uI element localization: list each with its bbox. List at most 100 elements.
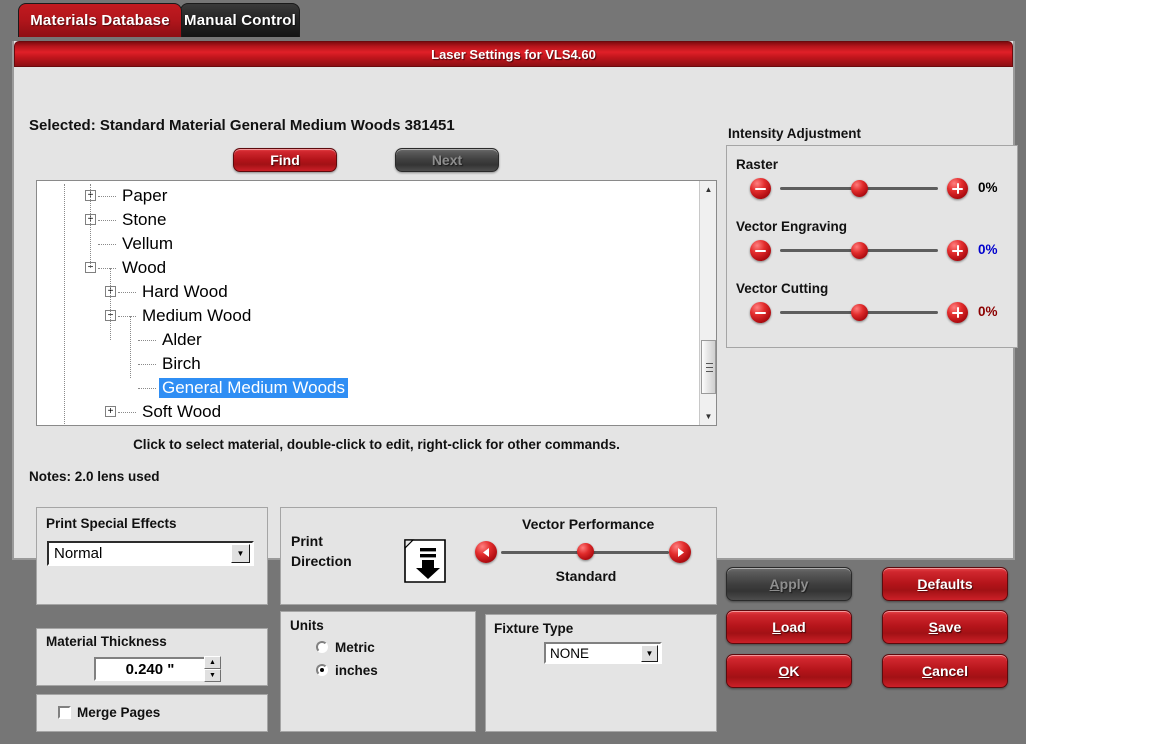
tree-item-label: Alder bbox=[162, 330, 202, 349]
tree-item[interactable]: − Wood bbox=[37, 256, 697, 280]
scroll-down-icon[interactable]: ▼ bbox=[700, 408, 716, 425]
intensity-slider-value: 0% bbox=[978, 180, 998, 195]
vector-performance-title: Vector Performance bbox=[522, 516, 655, 532]
defaults-button-label: Defaults bbox=[917, 576, 973, 592]
radio-metric-label: Metric bbox=[335, 640, 375, 655]
radio-inches[interactable] bbox=[316, 664, 328, 676]
merge-pages-checkbox[interactable] bbox=[58, 706, 71, 719]
tree-item[interactable]: Vellum bbox=[37, 232, 697, 256]
tree-hint-text: Click to select material, double-click t… bbox=[133, 437, 620, 452]
vector-performance-value: Standard bbox=[555, 568, 617, 584]
radio-metric[interactable] bbox=[316, 641, 328, 653]
tree-guide-line bbox=[130, 316, 131, 378]
tab-materials-database-label: Materials Database bbox=[30, 12, 170, 29]
apply-button[interactable]: Apply bbox=[726, 567, 852, 601]
tree-item[interactable]: Alder bbox=[37, 328, 697, 352]
intensity-slider-label: Vector Cutting bbox=[736, 281, 829, 296]
tab-manual-control[interactable]: Manual Control bbox=[180, 3, 300, 37]
laser-settings-dialog: Laser Settings for VLS4.60 Selected: Sta… bbox=[12, 41, 1018, 732]
load-button[interactable]: Load bbox=[726, 610, 852, 644]
tree-item[interactable]: Birch bbox=[37, 352, 697, 376]
tab-materials-database[interactable]: Materials Database bbox=[18, 3, 182, 37]
vector-performance-increase-icon[interactable] bbox=[669, 541, 691, 563]
save-button[interactable]: Save bbox=[882, 610, 1008, 644]
tree-connector bbox=[118, 292, 136, 293]
print-special-effects-value: Normal bbox=[54, 545, 103, 562]
find-button-label: Find bbox=[270, 152, 300, 168]
next-button[interactable]: Next bbox=[395, 148, 499, 172]
tree-scrollbar[interactable]: ▲ ▼ bbox=[699, 181, 716, 425]
ok-button-label: OK bbox=[778, 663, 800, 679]
tree-item-label: Birch bbox=[162, 354, 201, 373]
tree-item[interactable]: + Paper bbox=[37, 184, 697, 208]
intensity-slider-label: Raster bbox=[736, 157, 779, 172]
plus-icon[interactable] bbox=[947, 240, 968, 261]
cancel-button-label: Cancel bbox=[922, 663, 968, 679]
material-tree-view[interactable]: + Paper + Stone Vellum − Wood + Hard Wood − Medium… bbox=[36, 180, 717, 426]
radio-inches-label: inches bbox=[335, 663, 378, 678]
page-down-arrow-icon[interactable] bbox=[401, 537, 457, 585]
tree-connector bbox=[118, 412, 136, 413]
apply-button-label: Apply bbox=[769, 576, 809, 592]
plus-icon[interactable] bbox=[947, 302, 968, 323]
tree-item[interactable]: + Stone bbox=[37, 208, 697, 232]
find-button[interactable]: Find bbox=[233, 148, 337, 172]
tab-manual-control-label: Manual Control bbox=[184, 12, 296, 29]
selected-material-label: Selected: Standard Material General Medi… bbox=[29, 117, 455, 134]
dialog-title: Laser Settings for VLS4.60 bbox=[431, 46, 596, 62]
tree-connector bbox=[138, 364, 156, 365]
intensity-slider-knob[interactable] bbox=[850, 242, 868, 259]
next-button-label: Next bbox=[431, 152, 463, 168]
tree-item-label: Medium Wood bbox=[142, 306, 252, 325]
intensity-slider-value: 0% bbox=[978, 304, 998, 319]
cancel-button[interactable]: Cancel bbox=[882, 654, 1008, 688]
plus-icon[interactable] bbox=[947, 178, 968, 199]
minus-icon[interactable] bbox=[750, 178, 771, 199]
intensity-slider-label: Vector Engraving bbox=[736, 219, 848, 234]
fixture-type-value: NONE bbox=[550, 645, 590, 661]
scroll-up-icon[interactable]: ▲ bbox=[700, 181, 716, 198]
save-button-label: Save bbox=[928, 619, 962, 635]
tree-item-label: Vellum bbox=[122, 234, 174, 253]
tree-item[interactable]: General Medium Woods bbox=[37, 376, 697, 400]
application-window: Materials Database Manual Control Laser … bbox=[0, 0, 1026, 744]
ok-button[interactable]: OK bbox=[726, 654, 852, 688]
tree-expand-icon[interactable]: + bbox=[105, 406, 116, 417]
tree-item[interactable]: + Hard Wood bbox=[37, 280, 697, 304]
material-thickness-input[interactable]: 0.240 " bbox=[94, 657, 206, 681]
load-button-label: Load bbox=[772, 619, 806, 635]
tree-item[interactable]: − Medium Wood bbox=[37, 304, 697, 328]
merge-pages-label: Merge Pages bbox=[77, 705, 161, 720]
print-special-effects-select[interactable]: Normal ▼ bbox=[47, 541, 254, 566]
tree-connector bbox=[98, 268, 116, 269]
fixture-type-title: Fixture Type bbox=[494, 621, 574, 636]
tree-connector bbox=[138, 340, 156, 341]
notes-text: Notes: 2.0 lens used bbox=[29, 469, 160, 484]
print-direction-label-line1: Print bbox=[291, 533, 323, 549]
material-thickness-title: Material Thickness bbox=[46, 634, 167, 649]
tree-item-label: Wood bbox=[122, 258, 167, 277]
scrollbar-thumb[interactable] bbox=[701, 340, 716, 394]
intensity-slider-knob[interactable] bbox=[850, 304, 868, 321]
stepper-up-icon[interactable]: ▲ bbox=[204, 656, 221, 669]
tree-item-label: General Medium Woods bbox=[159, 378, 348, 398]
tree-item[interactable]: + Soft Wood bbox=[37, 400, 697, 424]
units-title: Units bbox=[290, 618, 324, 633]
intensity-slider-knob[interactable] bbox=[850, 180, 868, 197]
tab-strip: Materials Database Manual Control bbox=[0, 0, 1026, 37]
chevron-down-icon[interactable]: ▼ bbox=[641, 644, 658, 662]
defaults-button[interactable]: Defaults bbox=[882, 567, 1008, 601]
vector-performance-decrease-icon[interactable] bbox=[475, 541, 497, 563]
fixture-type-select[interactable]: NONE ▼ bbox=[544, 642, 662, 664]
print-special-effects-title: Print Special Effects bbox=[46, 516, 177, 531]
material-thickness-stepper[interactable]: ▲ ▼ bbox=[204, 656, 221, 682]
vector-performance-knob[interactable] bbox=[576, 543, 594, 560]
chevron-down-icon[interactable]: ▼ bbox=[231, 544, 250, 563]
minus-icon[interactable] bbox=[750, 240, 771, 261]
print-direction-label-line2: Direction bbox=[291, 553, 352, 569]
tree-item-label: Paper bbox=[122, 186, 168, 205]
material-thickness-value: 0.240 " bbox=[125, 660, 175, 678]
material-tree-list: + Paper + Stone Vellum − Wood + Hard Wood − Medium… bbox=[37, 181, 697, 425]
minus-icon[interactable] bbox=[750, 302, 771, 323]
stepper-down-icon[interactable]: ▼ bbox=[204, 669, 221, 682]
